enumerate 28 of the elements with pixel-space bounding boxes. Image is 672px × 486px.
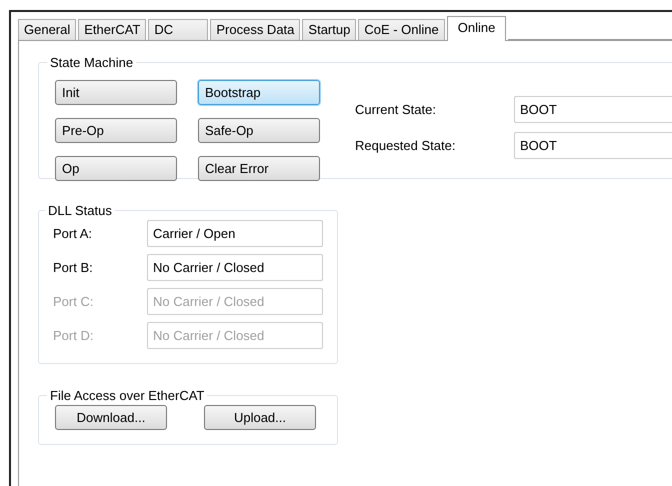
tab[interactable]: EtherCAT bbox=[78, 19, 146, 40]
state-field[interactable]: BOOT bbox=[514, 96, 672, 123]
group-title: File Access over EtherCAT bbox=[49, 388, 206, 403]
tab[interactable]: Online bbox=[446, 16, 506, 41]
tab[interactable]: Startup bbox=[302, 19, 356, 40]
state-button[interactable]: Bootstrap bbox=[198, 80, 320, 105]
tab[interactable]: CoE - Online bbox=[358, 19, 445, 40]
group-title: DLL Status bbox=[47, 203, 113, 218]
state-button[interactable]: Pre-Op bbox=[55, 118, 177, 143]
field-label: Current State: bbox=[355, 102, 437, 117]
group-title: State Machine bbox=[49, 55, 134, 70]
port-label: Port C: bbox=[53, 294, 94, 309]
state-button[interactable]: Safe-Op bbox=[198, 118, 320, 143]
port-label: Port A: bbox=[53, 226, 94, 241]
port-label: Port D: bbox=[53, 328, 94, 343]
file-button[interactable]: Download... bbox=[55, 405, 167, 430]
file-button[interactable]: Upload... bbox=[204, 405, 316, 430]
state-button[interactable]: Init bbox=[55, 80, 177, 105]
port-field[interactable]: No Carrier / Closed bbox=[147, 254, 323, 281]
tab[interactable]: General bbox=[18, 19, 76, 40]
field-label: Requested State: bbox=[355, 138, 456, 153]
tab[interactable]: Process Data bbox=[210, 19, 300, 40]
state-button[interactable]: Op bbox=[55, 156, 177, 181]
state-button[interactable]: Clear Error bbox=[198, 156, 320, 181]
port-field[interactable]: Carrier / Open bbox=[147, 220, 323, 247]
state-field[interactable]: BOOT bbox=[514, 132, 672, 159]
port-label: Port B: bbox=[53, 260, 94, 275]
tab[interactable]: DC bbox=[148, 19, 208, 40]
